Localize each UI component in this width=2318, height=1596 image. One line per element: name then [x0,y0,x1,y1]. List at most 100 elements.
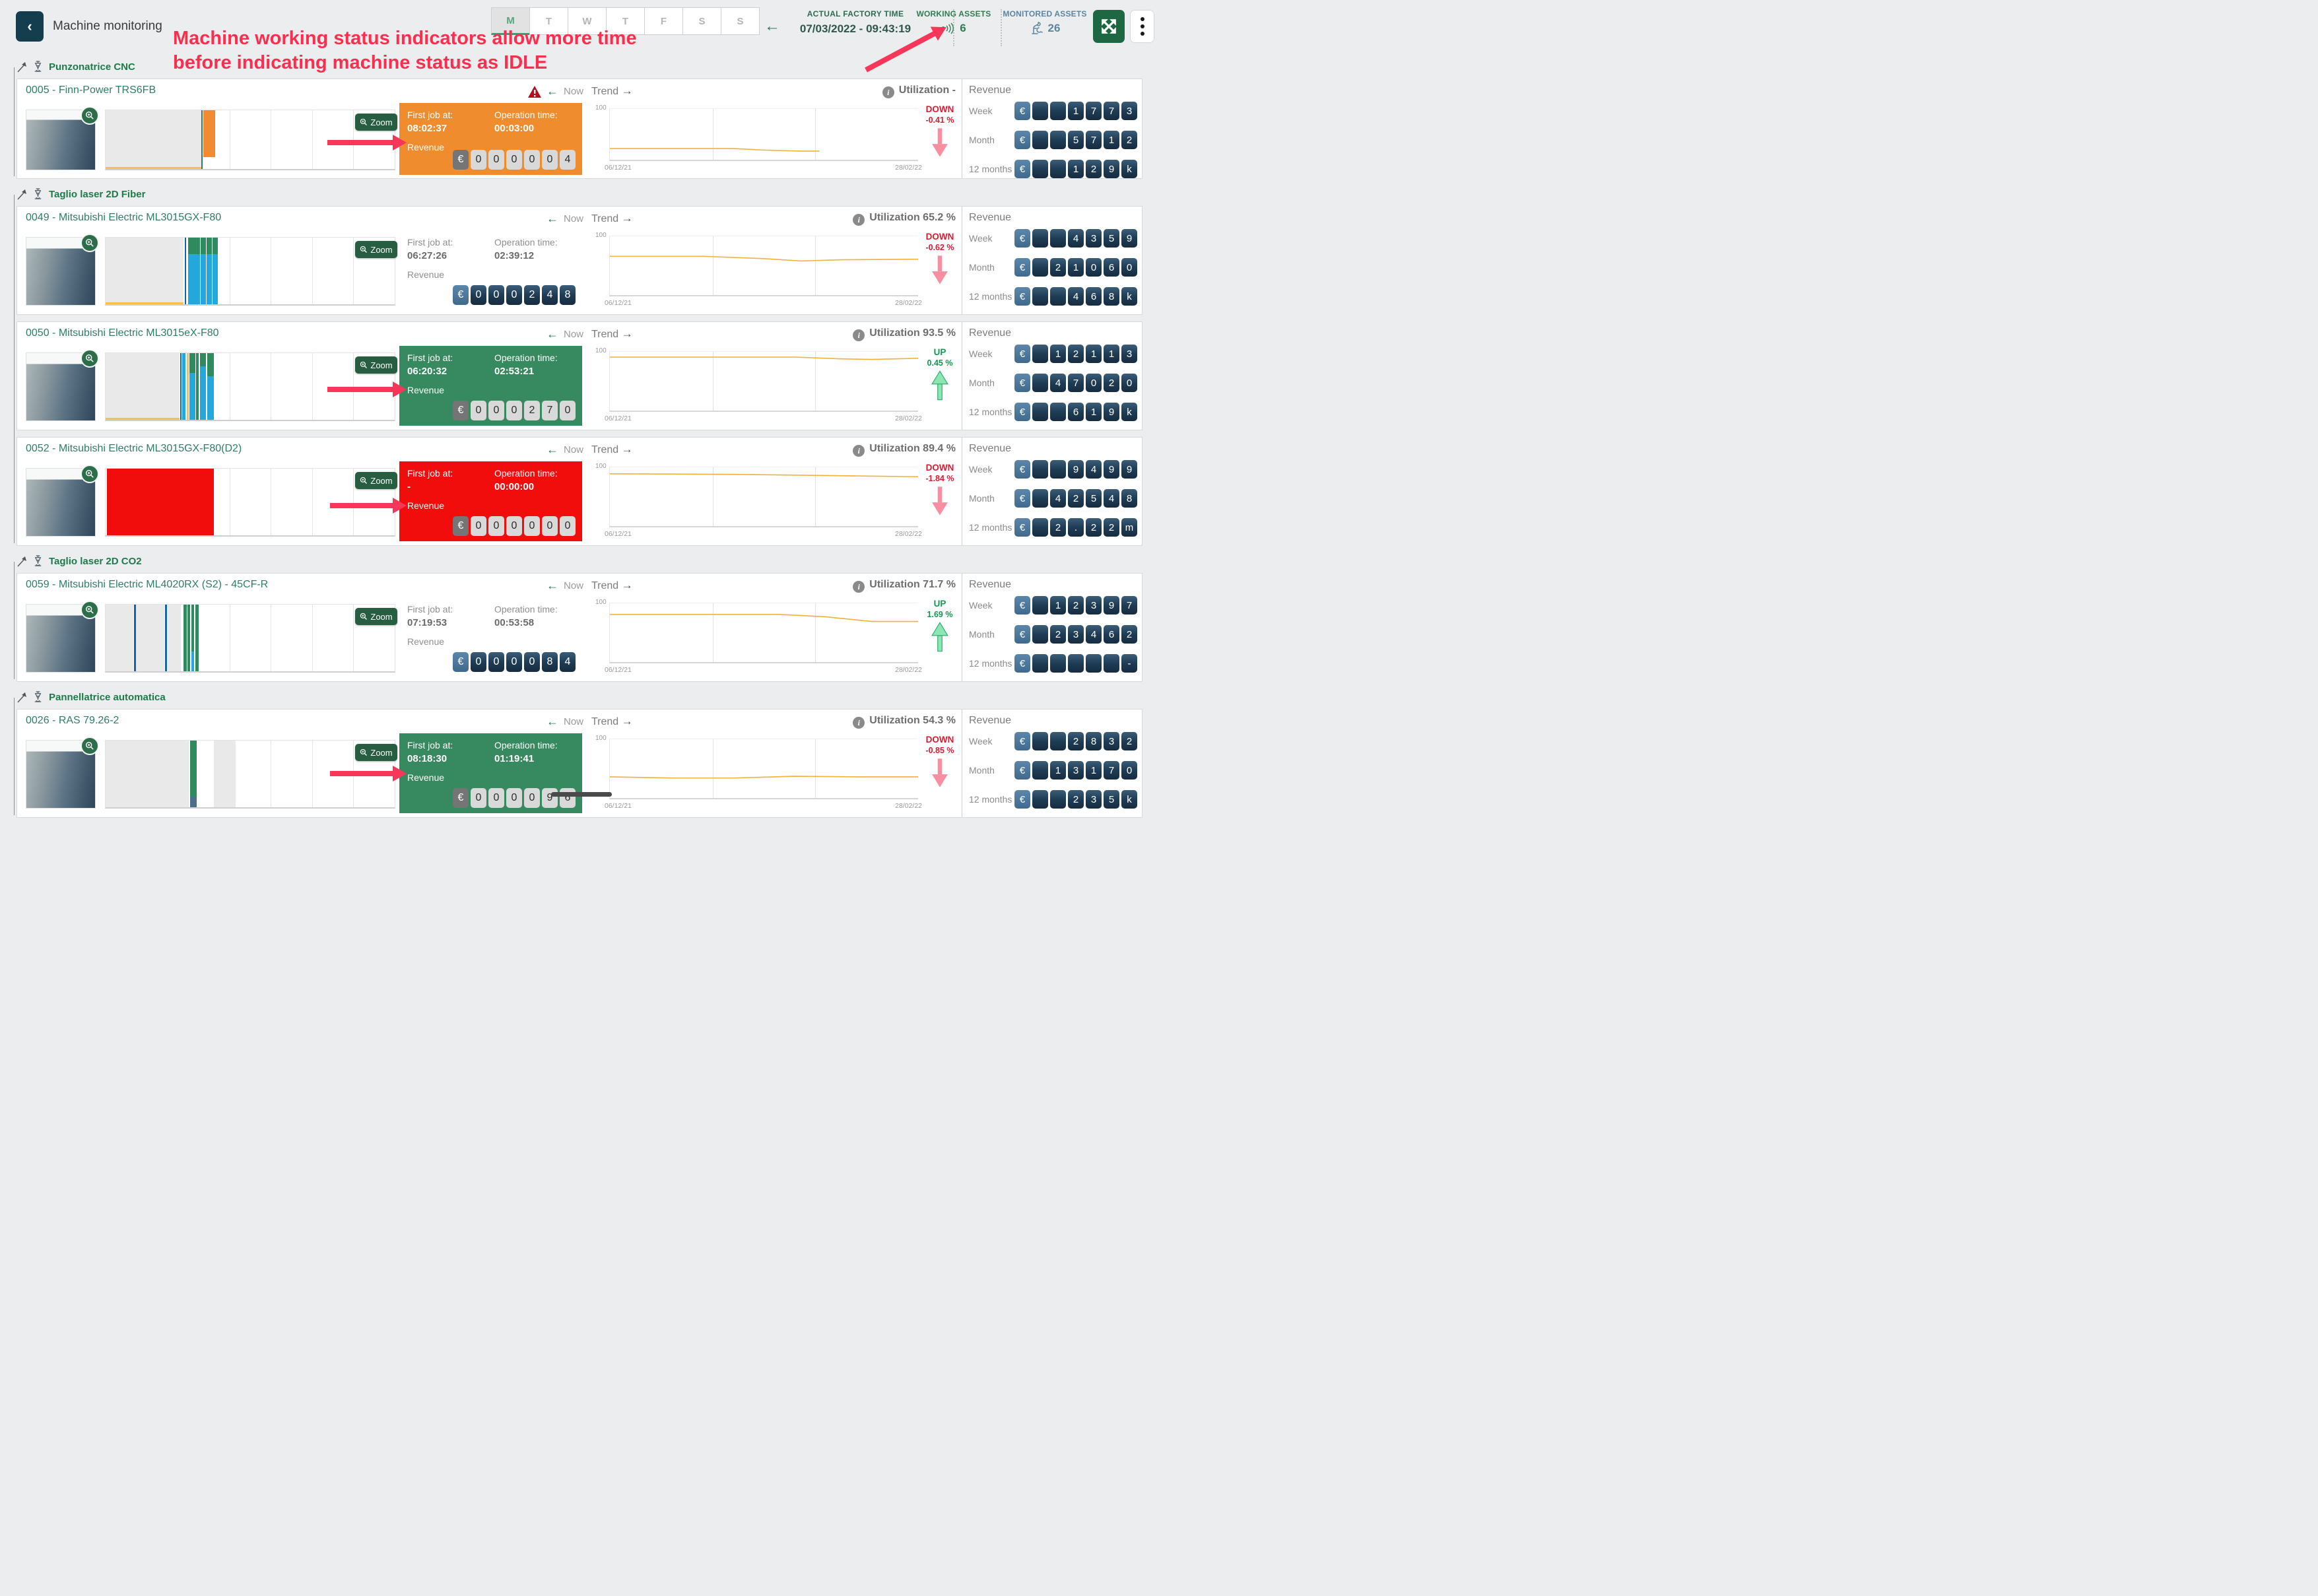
day-tab-1[interactable]: T [529,7,568,35]
utilization-chart: 10006/12/2128/02/22 [609,467,918,527]
photo-zoom-button[interactable] [81,234,99,252]
chart-date-end: 28/02/22 [895,802,922,810]
timeline-zoom-button[interactable]: Zoom [355,608,397,625]
timeline-activity-bar [188,238,193,304]
machine-card: 0059 - Mitsubishi Electric ML4020RX (S2)… [17,573,1142,682]
counter-digit: 4 [1050,374,1066,392]
counter-digit: 4 [1104,489,1119,508]
euro-icon: € [1014,345,1030,363]
now-indicator[interactable]: ←Now [479,443,583,457]
counter-digit: 6 [560,788,576,808]
timeline-zoom-button[interactable]: Zoom [355,744,397,761]
counter-digit: 9 [1121,460,1137,479]
counter-digit: 6 [1086,287,1102,306]
day-tab-0[interactable]: M [491,7,530,35]
day-tab-2[interactable]: W [568,7,607,35]
timeline-idle-segment [106,741,188,807]
counter-digit: 2 [1104,518,1119,537]
timeline-idle-segment [168,605,181,671]
machine-photo [26,604,96,673]
fullscreen-button[interactable] [1093,10,1125,43]
counter-digit: 0 [560,401,576,420]
now-indicator[interactable]: ←Now [479,579,583,593]
machine-name[interactable]: 0050 - Mitsubishi Electric ML3015eX-F80 [26,327,219,339]
timeline-activity-bar [207,353,215,420]
day-tab-4[interactable]: F [644,7,683,35]
now-indicator[interactable]: ←Now [479,327,583,341]
machine-timeline [105,110,395,170]
now-indicator[interactable]: ←Now [479,212,583,226]
revenue-label: Revenue [407,636,576,647]
info-icon[interactable]: i [853,581,865,593]
chart-y-max: 100 [595,347,607,354]
counter-digit [1032,790,1048,809]
more-menu-button[interactable] [1130,10,1154,43]
factory-time-prev-icon[interactable]: ← [764,17,780,36]
machine-timeline [105,468,395,537]
counter-digit: 0 [524,652,540,672]
chart-date-start: 06/12/21 [605,164,632,172]
euro-icon: € [1014,229,1030,248]
timeline-zoom-button[interactable]: Zoom [355,472,397,489]
counter-digit [1032,403,1048,421]
counter-digit: 0 [488,285,504,305]
machine-name[interactable]: 0005 - Finn-Power TRS6FB [26,84,156,96]
revenue-period-label: 12 months [969,164,1014,174]
timeline-zoom-button[interactable]: Zoom [355,114,397,131]
photo-zoom-button[interactable] [81,106,99,125]
info-icon[interactable]: i [882,86,894,98]
back-button[interactable]: ‹ [16,11,44,42]
operation-time-label: Operation time: [494,110,558,120]
counter-digit: 1 [1086,403,1102,421]
machine-name[interactable]: 0059 - Mitsubishi Electric ML4020RX (S2)… [26,579,268,591]
euro-icon: € [1014,596,1030,615]
utilization-value: iUtilization 65.2 % [743,212,956,226]
euro-icon: € [1014,460,1030,479]
counter-digit: 2 [1068,489,1084,508]
day-tab-5[interactable]: S [682,7,721,35]
utilization-value: iUtilization - [743,84,956,98]
day-tab-6[interactable]: S [721,7,760,35]
now-arrow-icon: ← [546,84,558,98]
machine-name[interactable]: 0026 - RAS 79.26-2 [26,715,119,727]
machine-type-icon [32,188,44,201]
counter-digit: k [1121,403,1137,421]
photo-zoom-button[interactable] [81,349,99,368]
magnifier-icon [85,469,94,479]
photo-zoom-button[interactable] [81,465,99,483]
horizontal-scrollbar-thumb[interactable] [551,792,612,797]
machine-name[interactable]: 0052 - Mitsubishi Electric ML3015GX-F80(… [26,443,242,455]
euro-icon: € [1014,518,1030,537]
counter-digit [1068,654,1084,673]
timeline-zoom-button[interactable]: Zoom [355,356,397,374]
revenue-row: 12 months€129k [969,160,1137,178]
revenue-label: Revenue [407,385,576,395]
operation-time-label: Operation time: [494,352,558,363]
info-icon[interactable]: i [853,214,865,226]
counter-digit: 0 [524,516,540,536]
first-job-label: First job at: [407,237,494,248]
day-tab-3[interactable]: T [606,7,645,35]
counter-digit: 8 [560,285,576,305]
machine-timeline [105,604,395,673]
timeline-activity-bar [183,605,186,671]
trend-delta: UP1.69 % [920,599,960,655]
counter-digit: 0 [488,652,504,672]
utilization-chart: 10006/12/2128/02/22 [609,108,918,161]
photo-zoom-button[interactable] [81,601,99,619]
machine-name[interactable]: 0049 - Mitsubishi Electric ML3015GX-F80 [26,212,221,224]
counter-digit: 0 [471,652,486,672]
counter-digit [1050,732,1066,750]
info-icon[interactable]: i [853,445,865,457]
expand-icon [1100,18,1117,35]
info-icon[interactable]: i [853,717,865,729]
info-icon[interactable]: i [853,329,865,341]
now-indicator[interactable]: ←Now [479,715,583,729]
now-indicator[interactable]: ←Now [479,84,583,98]
counter-digit: 4 [560,150,576,170]
now-arrow-icon: ← [546,212,558,226]
timeline-zoom-button[interactable]: Zoom [355,241,397,258]
counter-digit: 1 [1068,160,1084,178]
photo-zoom-button[interactable] [81,737,99,755]
counter-digit: 7 [1068,374,1084,392]
